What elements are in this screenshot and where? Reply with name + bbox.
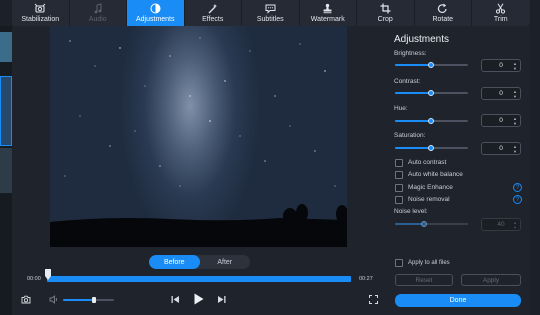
- noise-level-label: Noise level:: [394, 208, 428, 215]
- done-button[interactable]: Done: [395, 294, 521, 307]
- seek-bar[interactable]: [47, 276, 351, 282]
- contrast-spinbox[interactable]: 0 ▲ ▼: [481, 87, 521, 100]
- previous-frame-icon[interactable]: [169, 294, 180, 304]
- noise-level-slider-knob[interactable]: [421, 221, 427, 227]
- tab-adjustments[interactable]: Adjustments: [127, 0, 185, 26]
- tab-label: Stabilization: [21, 16, 60, 23]
- hue-spinbox[interactable]: 0 ▲ ▼: [481, 114, 521, 127]
- contrast-slider-fill: [395, 92, 431, 94]
- adjustments-icon: [150, 2, 161, 15]
- noise-removal-checkbox[interactable]: [395, 196, 403, 204]
- hue-slider-fill: [395, 120, 431, 122]
- saturation-value: 0: [499, 145, 503, 152]
- spin-arrows-icon[interactable]: ▲ ▼: [513, 220, 517, 230]
- contrast-value: 0: [499, 90, 503, 97]
- tab-label: Trim: [493, 16, 508, 23]
- saturation-label: Saturation:: [394, 132, 426, 139]
- auto-white-balance-checkbox[interactable]: [395, 171, 403, 179]
- hue-slider-knob[interactable]: [428, 118, 434, 124]
- volume-slider-fill: [63, 299, 94, 301]
- hue-value: 0: [499, 117, 503, 124]
- tool-tabs: Stabilization Audio Adjustments Effects …: [12, 0, 530, 26]
- next-frame-icon[interactable]: [216, 294, 227, 304]
- tab-label: Effects: [202, 16, 224, 23]
- clip-thumbnail[interactable]: [0, 32, 12, 62]
- spin-arrows-icon[interactable]: ▲ ▼: [513, 89, 517, 99]
- spin-arrows-icon[interactable]: ▲ ▼: [513, 116, 517, 126]
- brightness-slider-knob[interactable]: [428, 62, 434, 68]
- timeline-side-strip: [0, 26, 12, 315]
- volume-slider-knob[interactable]: [92, 297, 96, 303]
- reset-button[interactable]: Reset: [395, 274, 453, 286]
- auto-contrast-label: Auto contrast: [408, 159, 447, 166]
- tab-label: Rotate: [432, 16, 454, 23]
- spin-arrows-icon[interactable]: ▲ ▼: [513, 144, 517, 154]
- brightness-value: 0: [499, 62, 503, 69]
- music-note-icon: [93, 2, 103, 15]
- tab-stabilization[interactable]: Stabilization: [12, 0, 70, 26]
- stabilization-icon: [34, 2, 46, 15]
- magic-enhance-help-icon[interactable]: ?: [513, 183, 522, 192]
- before-button[interactable]: Before: [149, 255, 200, 269]
- stamp-icon: [322, 2, 333, 15]
- volume-speaker-icon[interactable]: [48, 294, 59, 304]
- stars-and-trees: [50, 37, 347, 247]
- auto-contrast-checkbox[interactable]: [395, 159, 403, 167]
- video-preview: [50, 26, 347, 247]
- noise-removal-help-icon[interactable]: ?: [513, 195, 522, 204]
- tab-label: Crop: [377, 16, 393, 23]
- clip-thumbnail[interactable]: [0, 76, 12, 146]
- spin-arrows-icon[interactable]: ▲ ▼: [513, 61, 517, 71]
- tab-label: Watermark: [310, 16, 345, 23]
- auto-white-balance-label: Auto white balance: [408, 171, 463, 178]
- saturation-slider-fill: [395, 147, 431, 149]
- magic-wand-icon: [207, 2, 218, 15]
- tab-label: Subtitles: [256, 16, 284, 23]
- hue-label: Hue:: [394, 105, 408, 112]
- magic-enhance-label: Magic Enhance: [408, 184, 453, 191]
- noise-removal-label: Noise removal: [408, 196, 450, 203]
- tab-crop[interactable]: Crop: [357, 0, 415, 26]
- tab-effects[interactable]: Effects: [185, 0, 242, 26]
- tab-audio[interactable]: Audio: [70, 0, 127, 26]
- brightness-label: Brightness:: [394, 50, 427, 57]
- after-button[interactable]: After: [200, 255, 251, 269]
- saturation-spinbox[interactable]: 0 ▲ ▼: [481, 142, 521, 155]
- noise-level-value: 40: [497, 221, 505, 228]
- before-after-toggle: Before After: [149, 255, 250, 269]
- tab-watermark[interactable]: Watermark: [300, 0, 357, 26]
- magic-enhance-checkbox[interactable]: [395, 184, 403, 192]
- brightness-slider-fill: [395, 64, 431, 66]
- tab-trim[interactable]: Trim: [472, 0, 530, 26]
- brightness-spinbox[interactable]: 0 ▲ ▼: [481, 59, 521, 72]
- tab-subtitles[interactable]: Subtitles: [242, 0, 300, 26]
- tab-label: Adjustments: [135, 16, 175, 23]
- contrast-slider-knob[interactable]: [428, 90, 434, 96]
- play-icon[interactable]: [192, 293, 204, 305]
- seek-handle[interactable]: [45, 269, 51, 280]
- scissors-icon: [495, 2, 506, 15]
- saturation-slider-knob[interactable]: [428, 145, 434, 151]
- adjustments-title: Adjustments: [394, 34, 450, 45]
- tab-rotate[interactable]: Rotate: [415, 0, 472, 26]
- apply-to-all-checkbox[interactable]: [395, 259, 403, 267]
- total-time: 00:27: [359, 276, 373, 282]
- crop-icon: [380, 2, 391, 15]
- apply-to-all-label: Apply to all files: [408, 260, 450, 266]
- noise-level-slider-fill: [395, 223, 424, 225]
- speech-bubble-icon: [265, 2, 276, 15]
- apply-button[interactable]: Apply: [461, 274, 521, 286]
- contrast-label: Contrast:: [394, 78, 421, 85]
- snapshot-camera-icon[interactable]: [20, 294, 31, 304]
- noise-level-spinbox[interactable]: 40 ▲ ▼: [481, 218, 521, 231]
- tab-label: Audio: [88, 16, 107, 23]
- current-time: 00:00: [27, 276, 41, 282]
- clip-thumbnail[interactable]: [0, 148, 12, 193]
- fullscreen-icon[interactable]: [368, 294, 378, 304]
- rotate-icon: [437, 2, 448, 15]
